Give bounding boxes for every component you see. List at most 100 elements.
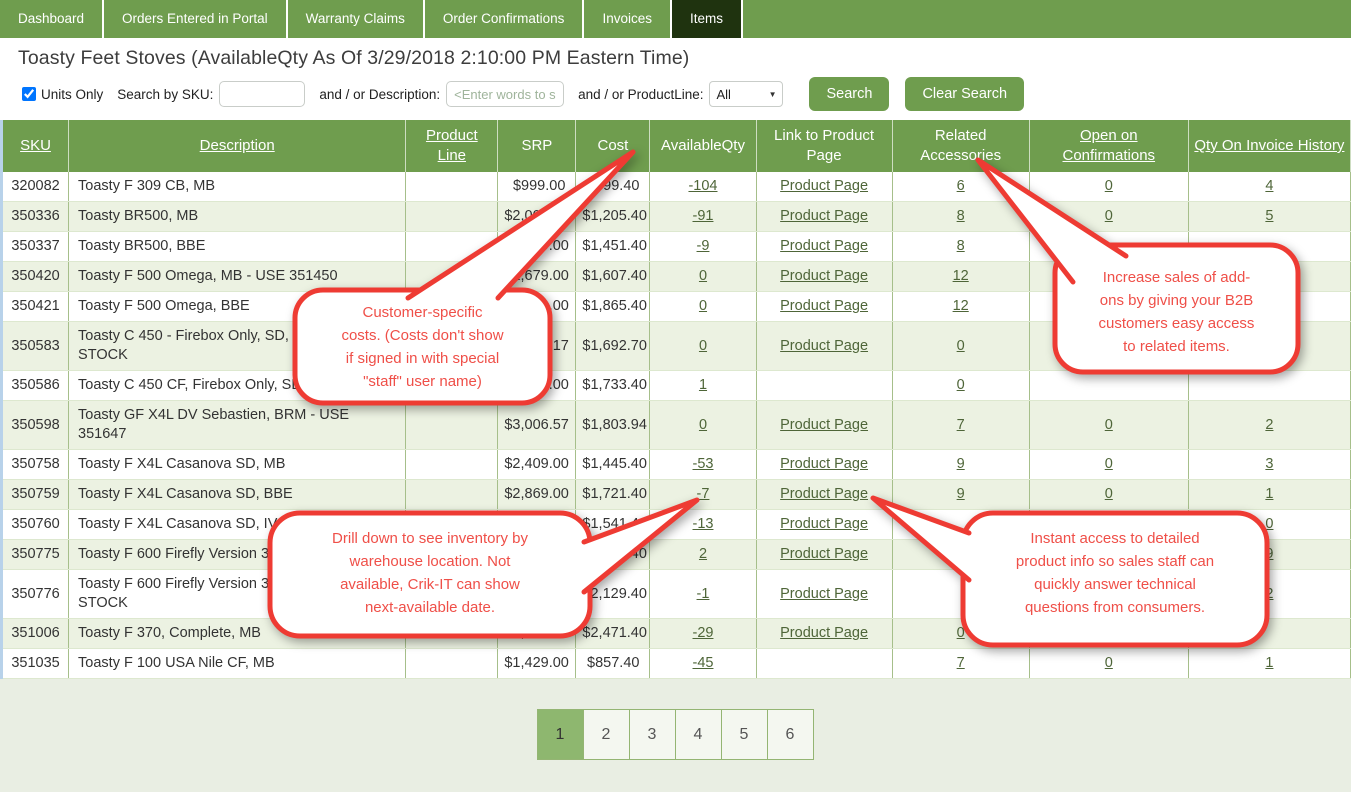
qty-invoice-history-cell: 3 bbox=[1188, 450, 1350, 480]
nav-tab-invoices[interactable]: Invoices bbox=[584, 0, 672, 38]
open-confirmations-cell: 0 bbox=[1029, 401, 1188, 450]
qty-invoice-history-link[interactable]: 3 bbox=[1265, 456, 1273, 472]
cost-cell: $857.40 bbox=[576, 649, 650, 679]
related-accessories-cell: 7 bbox=[892, 649, 1029, 679]
product-page-link[interactable]: Product Page bbox=[780, 338, 868, 354]
availableqty-link[interactable]: 0 bbox=[699, 338, 707, 354]
open-confirmations-link[interactable]: 0 bbox=[1105, 178, 1113, 194]
clear-search-button[interactable]: Clear Search bbox=[905, 77, 1024, 111]
description-cell: Toasty BR500, BBE bbox=[69, 232, 406, 262]
qty-invoice-history-link[interactable]: 5 bbox=[1265, 208, 1273, 224]
product-page-link[interactable]: Product Page bbox=[780, 486, 868, 502]
availableqty-cell: -1 bbox=[650, 570, 756, 619]
availableqty-link[interactable]: 0 bbox=[699, 268, 707, 284]
availableqty-link[interactable]: -1 bbox=[697, 586, 710, 602]
qty-invoice-history-cell bbox=[1188, 322, 1350, 371]
page-button-1[interactable]: 1 bbox=[537, 709, 584, 760]
availableqty-link[interactable]: 2 bbox=[699, 546, 707, 562]
product-page-link[interactable]: Product Page bbox=[780, 178, 868, 194]
availableqty-link[interactable]: -7 bbox=[697, 486, 710, 502]
nav-tab-orders-entered-in-portal[interactable]: Orders Entered in Portal bbox=[104, 0, 288, 38]
product-page-link[interactable]: Product Page bbox=[780, 298, 868, 314]
product-page-link[interactable]: Product Page bbox=[780, 586, 868, 602]
related-accessories-link[interactable]: 7 bbox=[957, 655, 965, 671]
availableqty-link[interactable]: -53 bbox=[693, 456, 714, 472]
availableqty-link[interactable]: -13 bbox=[693, 516, 714, 532]
units-only-checkbox[interactable] bbox=[22, 87, 36, 101]
qty-invoice-history-link[interactable]: 2 bbox=[1265, 417, 1273, 433]
related-accessories-cell: 0 bbox=[892, 371, 1029, 401]
page-button-4[interactable]: 4 bbox=[675, 709, 722, 760]
related-accessories-link[interactable]: 8 bbox=[957, 238, 965, 254]
related-accessories-link[interactable]: 9 bbox=[957, 456, 965, 472]
related-accessories-link[interactable]: 0 bbox=[957, 625, 965, 641]
availableqty-link[interactable]: -29 bbox=[693, 625, 714, 641]
related-accessories-link[interactable]: 8 bbox=[957, 208, 965, 224]
related-accessories-link[interactable]: 12 bbox=[953, 268, 969, 284]
product-page-link[interactable]: Product Page bbox=[780, 546, 868, 562]
related-accessories-link[interactable]: 12 bbox=[953, 298, 969, 314]
qty-invoice-history-link[interactable]: 4 bbox=[1265, 178, 1273, 194]
description-input[interactable] bbox=[446, 81, 564, 107]
productline-select[interactable]: All ▼ bbox=[709, 81, 783, 107]
product-page-link[interactable]: Product Page bbox=[780, 417, 868, 433]
product-page-link[interactable]: Product Page bbox=[780, 625, 868, 641]
qty-invoice-history-link[interactable]: 1 bbox=[1265, 486, 1273, 502]
qty-invoice-history-link[interactable]: 9 bbox=[1265, 546, 1273, 562]
availableqty-link[interactable]: -91 bbox=[693, 208, 714, 224]
availableqty-link[interactable]: -45 bbox=[693, 655, 714, 671]
sku-input[interactable] bbox=[219, 81, 305, 107]
page-button-5[interactable]: 5 bbox=[721, 709, 768, 760]
availableqty-link[interactable]: -104 bbox=[688, 178, 717, 194]
open-confirmations-cell: 0 bbox=[1029, 450, 1188, 480]
availableqty-link[interactable]: 0 bbox=[699, 298, 707, 314]
open-confirmations-link[interactable]: 0 bbox=[1105, 655, 1113, 671]
related-accessories-link[interactable]: 7 bbox=[957, 417, 965, 433]
related-accessories-link[interactable]: 0 bbox=[957, 338, 965, 354]
search-button[interactable]: Search bbox=[809, 77, 889, 111]
open-confirmations-link[interactable]: 0 bbox=[1105, 208, 1113, 224]
nav-tab-items[interactable]: Items bbox=[672, 0, 743, 38]
qty-invoice-history-link[interactable]: 1 bbox=[1265, 655, 1273, 671]
page-button-2[interactable]: 2 bbox=[583, 709, 630, 760]
open-confirmations-link[interactable]: 0 bbox=[1105, 456, 1113, 472]
column-header-product-line[interactable]: Product Line bbox=[406, 120, 498, 172]
product-line-cell bbox=[406, 262, 498, 292]
availableqty-cell: -104 bbox=[650, 172, 756, 202]
sku-cell: 350337 bbox=[2, 232, 69, 262]
product-page-link[interactable]: Product Page bbox=[780, 516, 868, 532]
availableqty-link[interactable]: -9 bbox=[697, 238, 710, 254]
sku-cell: 350583 bbox=[2, 322, 69, 371]
nav-tab-order-confirmations[interactable]: Order Confirmations bbox=[425, 0, 585, 38]
table-row: 350760 Toasty F X4L Casanova SD, IV $2,5… bbox=[2, 510, 1351, 540]
page-button-3[interactable]: 3 bbox=[629, 709, 676, 760]
product-page-link[interactable]: Product Page bbox=[780, 456, 868, 472]
product-page-link[interactable]: Product Page bbox=[780, 268, 868, 284]
related-accessories-cell: 7 bbox=[892, 401, 1029, 450]
nav-tab-warranty-claims[interactable]: Warranty Claims bbox=[288, 0, 425, 38]
product-page-link[interactable]: Product Page bbox=[780, 208, 868, 224]
qty-invoice-history-cell: 9 bbox=[1188, 540, 1350, 570]
column-header-sku[interactable]: SKU bbox=[2, 120, 69, 172]
related-accessories-link[interactable]: 6 bbox=[957, 178, 965, 194]
qty-invoice-history-link[interactable]: 2 bbox=[1265, 586, 1273, 602]
qty-invoice-history-cell bbox=[1188, 371, 1350, 401]
qty-invoice-history-link[interactable]: 0 bbox=[1265, 516, 1273, 532]
availableqty-link[interactable]: 1 bbox=[699, 377, 707, 393]
availableqty-link[interactable]: 0 bbox=[699, 417, 707, 433]
related-accessories-link[interactable]: 0 bbox=[957, 377, 965, 393]
column-header-qty-on-invoice-history[interactable]: Qty On Invoice History bbox=[1188, 120, 1350, 172]
product-line-cell bbox=[406, 371, 498, 401]
product-page-link[interactable]: Product Page bbox=[780, 238, 868, 254]
related-accessories-link[interactable]: 9 bbox=[957, 486, 965, 502]
open-confirmations-cell bbox=[1029, 510, 1188, 540]
cost-cell: $1,803.94 bbox=[576, 401, 650, 450]
column-header-description[interactable]: Description bbox=[69, 120, 406, 172]
top-nav: Dashboard Orders Entered in Portal Warra… bbox=[0, 0, 1351, 38]
nav-tab-dashboard[interactable]: Dashboard bbox=[0, 0, 104, 38]
page-button-6[interactable]: 6 bbox=[767, 709, 814, 760]
open-confirmations-link[interactable]: 0 bbox=[1105, 417, 1113, 433]
open-confirmations-link[interactable]: 0 bbox=[1105, 486, 1113, 502]
availableqty-cell: -7 bbox=[650, 480, 756, 510]
column-header-open-on-confirmations[interactable]: Open on Confirmations bbox=[1029, 120, 1188, 172]
